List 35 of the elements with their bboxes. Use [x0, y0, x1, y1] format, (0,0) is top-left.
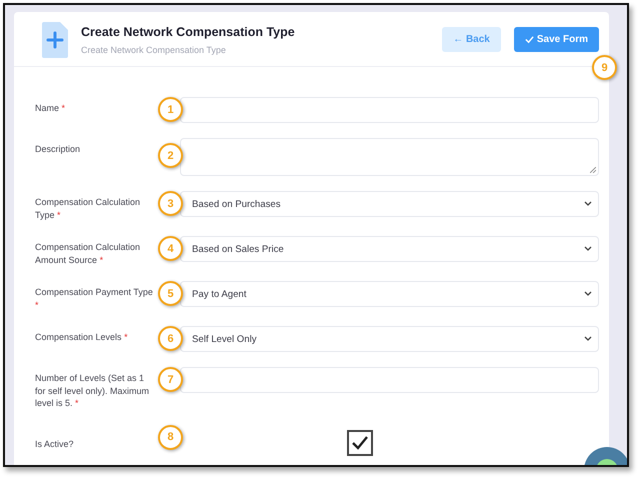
text-area[interactable] — [180, 138, 599, 176]
chevron-down-icon — [584, 291, 592, 297]
text-field[interactable] — [180, 367, 599, 393]
dropdown-field[interactable]: Based on Purchases — [180, 191, 599, 217]
field-label: Compensation Calculation Amount Source * — [35, 241, 142, 266]
dropdown-field[interactable]: Pay to Agent — [180, 281, 599, 307]
field-label: Number of Levels (Set as 1 for self level only). Maximum level is 5. * — [35, 372, 150, 410]
callout-badge: 3 — [158, 191, 183, 216]
dropdown-field[interactable]: Self Level Only — [180, 326, 599, 352]
page-subtitle: Create Network Compensation Type — [81, 44, 227, 54]
field-label: Is Active? — [35, 438, 75, 450]
file-plus-icon — [42, 22, 68, 58]
chevron-down-icon — [584, 336, 592, 342]
text-field[interactable] — [180, 97, 599, 123]
field-label: Name * — [35, 102, 66, 114]
checkmark-icon — [350, 434, 368, 450]
checkbox[interactable] — [346, 430, 372, 456]
callout-badge: 2 — [158, 143, 183, 168]
field-label: Description — [35, 143, 82, 156]
dropdown-field[interactable]: Based on Sales Price — [180, 236, 599, 262]
page-title: Create Network Compensation Type — [81, 24, 296, 38]
callout-badge: 9 — [592, 55, 617, 80]
chevron-down-icon — [584, 201, 592, 207]
resize-handle-icon — [590, 167, 596, 173]
callout-badge: 6 — [158, 326, 183, 351]
chevron-down-icon — [584, 246, 592, 252]
field-label: Compensation Payment Type * — [35, 286, 154, 311]
callout-badge: 7 — [158, 367, 183, 392]
callout-badge: 5 — [158, 281, 183, 306]
callout-badge: 4 — [158, 236, 183, 261]
field-label: Compensation Calculation Type * — [35, 196, 142, 221]
field-label: Compensation Levels * — [35, 331, 129, 344]
check-icon — [524, 35, 534, 44]
callout-badge: 8 — [158, 424, 183, 450]
callout-badge: 1 — [158, 97, 183, 122]
